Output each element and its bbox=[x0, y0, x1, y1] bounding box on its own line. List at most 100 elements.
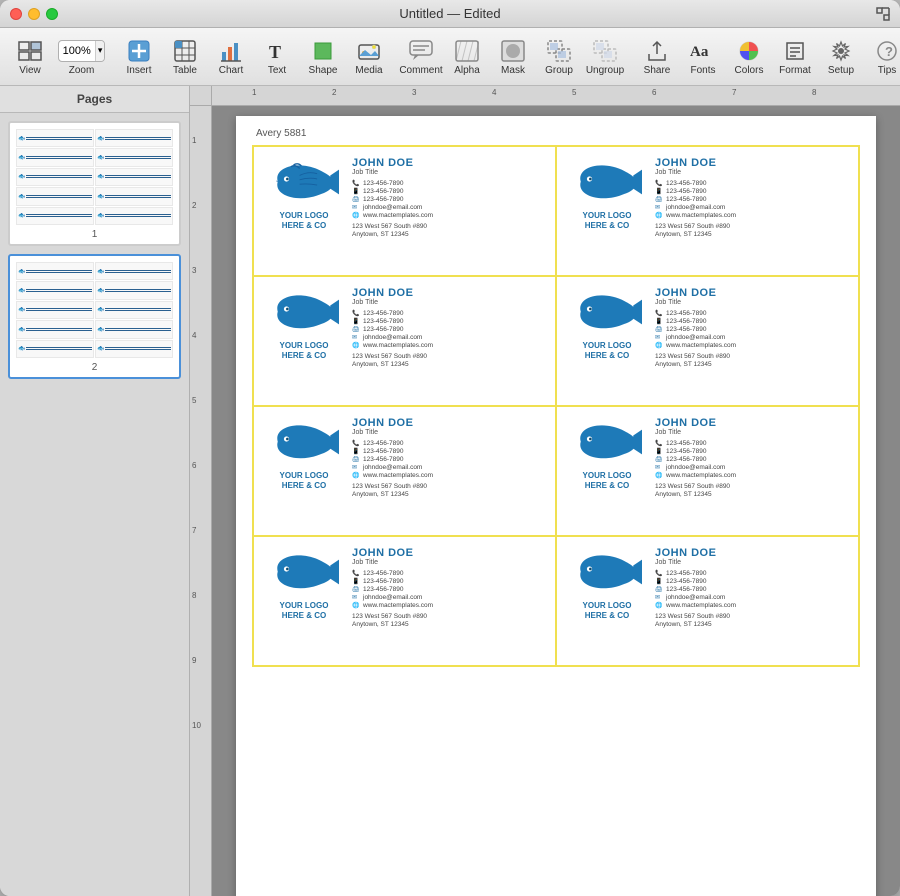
business-card-4-2: YOUR LOGOHERE & CO JOHN DOE Job Title 📞1… bbox=[556, 536, 859, 666]
toolbar-alpha[interactable]: Alpha bbox=[445, 32, 489, 82]
business-card-2-2: YOUR LOGOHERE & CO JOHN DOE Job Title 📞1… bbox=[556, 276, 859, 406]
traffic-lights bbox=[10, 8, 58, 20]
card-name-7: JOHN DOE bbox=[352, 547, 545, 559]
canvas-area[interactable]: 1 2 3 4 5 6 7 8 1 2 3 4 5 bbox=[190, 86, 900, 896]
toolbar-setup-label: Setup bbox=[828, 65, 854, 76]
toolbar-group-label: Group bbox=[545, 65, 573, 76]
sidebar-header: Pages bbox=[0, 86, 189, 113]
page-thumb-2-inner: 🐟 🐟 🐟 🐟 🐟 🐟 🐟 🐟 🐟 🐟 bbox=[14, 260, 175, 360]
toolbar-mask-label: Mask bbox=[501, 65, 525, 76]
toolbar-chart-label: Chart bbox=[219, 65, 243, 76]
toolbar-media[interactable]: Media bbox=[347, 32, 391, 82]
app-window: Untitled — Edited View bbox=[0, 0, 900, 896]
card-name-1: JOHN DOE bbox=[352, 157, 545, 169]
ruler-vertical: 1 2 3 4 5 6 7 8 9 10 bbox=[190, 106, 212, 896]
toolbar-shape[interactable]: Shape bbox=[301, 32, 345, 82]
card-title-5: Job Title bbox=[352, 429, 545, 436]
main-area: Pages 🐟 🐟 🐟 🐟 🐟 🐟 🐟 🐟 bbox=[0, 86, 900, 896]
toolbar-fonts[interactable]: Aa Fonts bbox=[681, 32, 725, 82]
card-logo-2: YOUR LOGOHERE & CO bbox=[583, 211, 632, 230]
svg-text:T: T bbox=[269, 42, 281, 62]
ruler-row: 1 2 3 4 5 6 7 8 bbox=[190, 86, 900, 106]
toolbar-ungroup[interactable]: Ungroup bbox=[583, 32, 627, 82]
zoom-control[interactable]: 100% ▾ bbox=[58, 40, 106, 62]
toolbar-setup[interactable]: Setup bbox=[819, 32, 863, 82]
window-title: Untitled — Edited bbox=[70, 6, 830, 21]
card-logo-1: YOUR LOGOHERE & CO bbox=[280, 211, 329, 230]
toolbar-share-label: Share bbox=[644, 65, 671, 76]
card-logo-6: YOUR LOGOHERE & CO bbox=[583, 471, 632, 490]
sidebar-pages: 🐟 🐟 🐟 🐟 🐟 🐟 🐟 🐟 🐟 🐟 1 bbox=[0, 113, 189, 896]
maximize-button[interactable] bbox=[46, 8, 58, 20]
page-thumb-1[interactable]: 🐟 🐟 🐟 🐟 🐟 🐟 🐟 🐟 🐟 🐟 1 bbox=[8, 121, 181, 246]
toolbar-tips[interactable]: ? Tips bbox=[865, 32, 900, 82]
card-logo-7: YOUR LOGOHERE & CO bbox=[280, 601, 329, 620]
toolbar-comment-label: Comment bbox=[399, 65, 442, 76]
business-card-3-2: YOUR LOGOHERE & CO JOHN DOE Job Title 📞1… bbox=[556, 406, 859, 536]
toolbar-insert[interactable]: Insert bbox=[117, 32, 161, 82]
toolbar-view[interactable]: View bbox=[8, 32, 52, 82]
toolbar-group[interactable]: Group bbox=[537, 32, 581, 82]
toolbar-view-label: View bbox=[19, 65, 41, 76]
fullscreen-icon[interactable] bbox=[876, 7, 890, 21]
zoom-value: 100% bbox=[59, 45, 95, 57]
card-title-6: Job Title bbox=[655, 429, 848, 436]
minimize-button[interactable] bbox=[28, 8, 40, 20]
toolbar-comment[interactable]: Comment bbox=[399, 32, 443, 82]
card-name-3: JOHN DOE bbox=[352, 287, 545, 299]
toolbar-share[interactable]: Share bbox=[635, 32, 679, 82]
toolbar-chart[interactable]: Chart bbox=[209, 32, 253, 82]
svg-text:?: ? bbox=[885, 44, 893, 59]
card-name-5: JOHN DOE bbox=[352, 417, 545, 429]
card-name-2: JOHN DOE bbox=[655, 157, 848, 169]
business-card-4-1: YOUR LOGOHERE & CO JOHN DOE Job Title 📞1… bbox=[253, 536, 556, 666]
card-logo-8: YOUR LOGOHERE & CO bbox=[583, 601, 632, 620]
business-card-2-1: YOUR LOGOHERE & CO JOHN DOE Job Title 📞1… bbox=[253, 276, 556, 406]
page-thumb-1-inner: 🐟 🐟 🐟 🐟 🐟 🐟 🐟 🐟 🐟 🐟 bbox=[14, 127, 175, 227]
content-row: 1 2 3 4 5 6 7 8 9 10 Avery 5881 bbox=[190, 106, 900, 896]
toolbar-media-label: Media bbox=[355, 65, 382, 76]
toolbar-colors-label: Colors bbox=[735, 65, 764, 76]
toolbar-colors[interactable]: Colors bbox=[727, 32, 771, 82]
toolbar-tips-label: Tips bbox=[878, 65, 897, 76]
toolbar-zoom-label: Zoom bbox=[69, 65, 95, 76]
sidebar: Pages 🐟 🐟 🐟 🐟 🐟 🐟 🐟 🐟 bbox=[0, 86, 190, 896]
toolbar-shape-label: Shape bbox=[309, 65, 338, 76]
toolbar-mask[interactable]: Mask bbox=[491, 32, 535, 82]
toolbar-insert-label: Insert bbox=[126, 65, 151, 76]
toolbar-table[interactable]: Table bbox=[163, 32, 207, 82]
card-title-7: Job Title bbox=[352, 559, 545, 566]
toolbar-ungroup-label: Ungroup bbox=[586, 65, 624, 76]
card-title-3: Job Title bbox=[352, 299, 545, 306]
business-card-1-2: YOUR LOGOHERE & CO JOHN DOE Job Title 📞1… bbox=[556, 146, 859, 276]
toolbar-table-label: Table bbox=[173, 65, 197, 76]
card-title-4: Job Title bbox=[655, 299, 848, 306]
toolbar-format[interactable]: Format bbox=[773, 32, 817, 82]
page-num-2: 2 bbox=[14, 362, 175, 373]
card-logo-3: YOUR LOGOHERE & CO bbox=[280, 341, 329, 360]
card-title-8: Job Title bbox=[655, 559, 848, 566]
svg-text:Aa: Aa bbox=[690, 44, 709, 60]
card-name-4: JOHN DOE bbox=[655, 287, 848, 299]
avery-label: Avery 5881 bbox=[252, 128, 860, 139]
toolbar-text[interactable]: T Text bbox=[255, 32, 299, 82]
page-thumb-2[interactable]: 🐟 🐟 🐟 🐟 🐟 🐟 🐟 🐟 🐟 🐟 2 bbox=[8, 254, 181, 379]
card-name-6: JOHN DOE bbox=[655, 417, 848, 429]
business-card-1-1: YOUR LOGOHERE & CO JOHN DOE Job Title 📞1… bbox=[253, 146, 556, 276]
zoom-arrow[interactable]: ▾ bbox=[95, 41, 105, 61]
ruler-horizontal: 1 2 3 4 5 6 7 8 bbox=[212, 86, 900, 106]
card-title-2: Job Title bbox=[655, 169, 848, 176]
close-button[interactable] bbox=[10, 8, 22, 20]
toolbar-format-label: Format bbox=[779, 65, 811, 76]
card-title-1: Job Title bbox=[352, 169, 545, 176]
card-logo-4: YOUR LOGOHERE & CO bbox=[583, 341, 632, 360]
toolbar-fonts-label: Fonts bbox=[690, 65, 715, 76]
toolbar-alpha-label: Alpha bbox=[454, 65, 480, 76]
toolbar-text-label: Text bbox=[268, 65, 286, 76]
toolbar-zoom[interactable]: 100% ▾ Zoom bbox=[54, 32, 109, 82]
page-document[interactable]: Avery 5881 bbox=[212, 106, 900, 896]
toolbar: View 100% ▾ Zoom Insert bbox=[0, 28, 900, 86]
business-card-3-1: YOUR LOGOHERE & CO JOHN DOE Job Title 📞1… bbox=[253, 406, 556, 536]
ruler-corner bbox=[190, 86, 212, 106]
title-bar: Untitled — Edited bbox=[0, 0, 900, 28]
